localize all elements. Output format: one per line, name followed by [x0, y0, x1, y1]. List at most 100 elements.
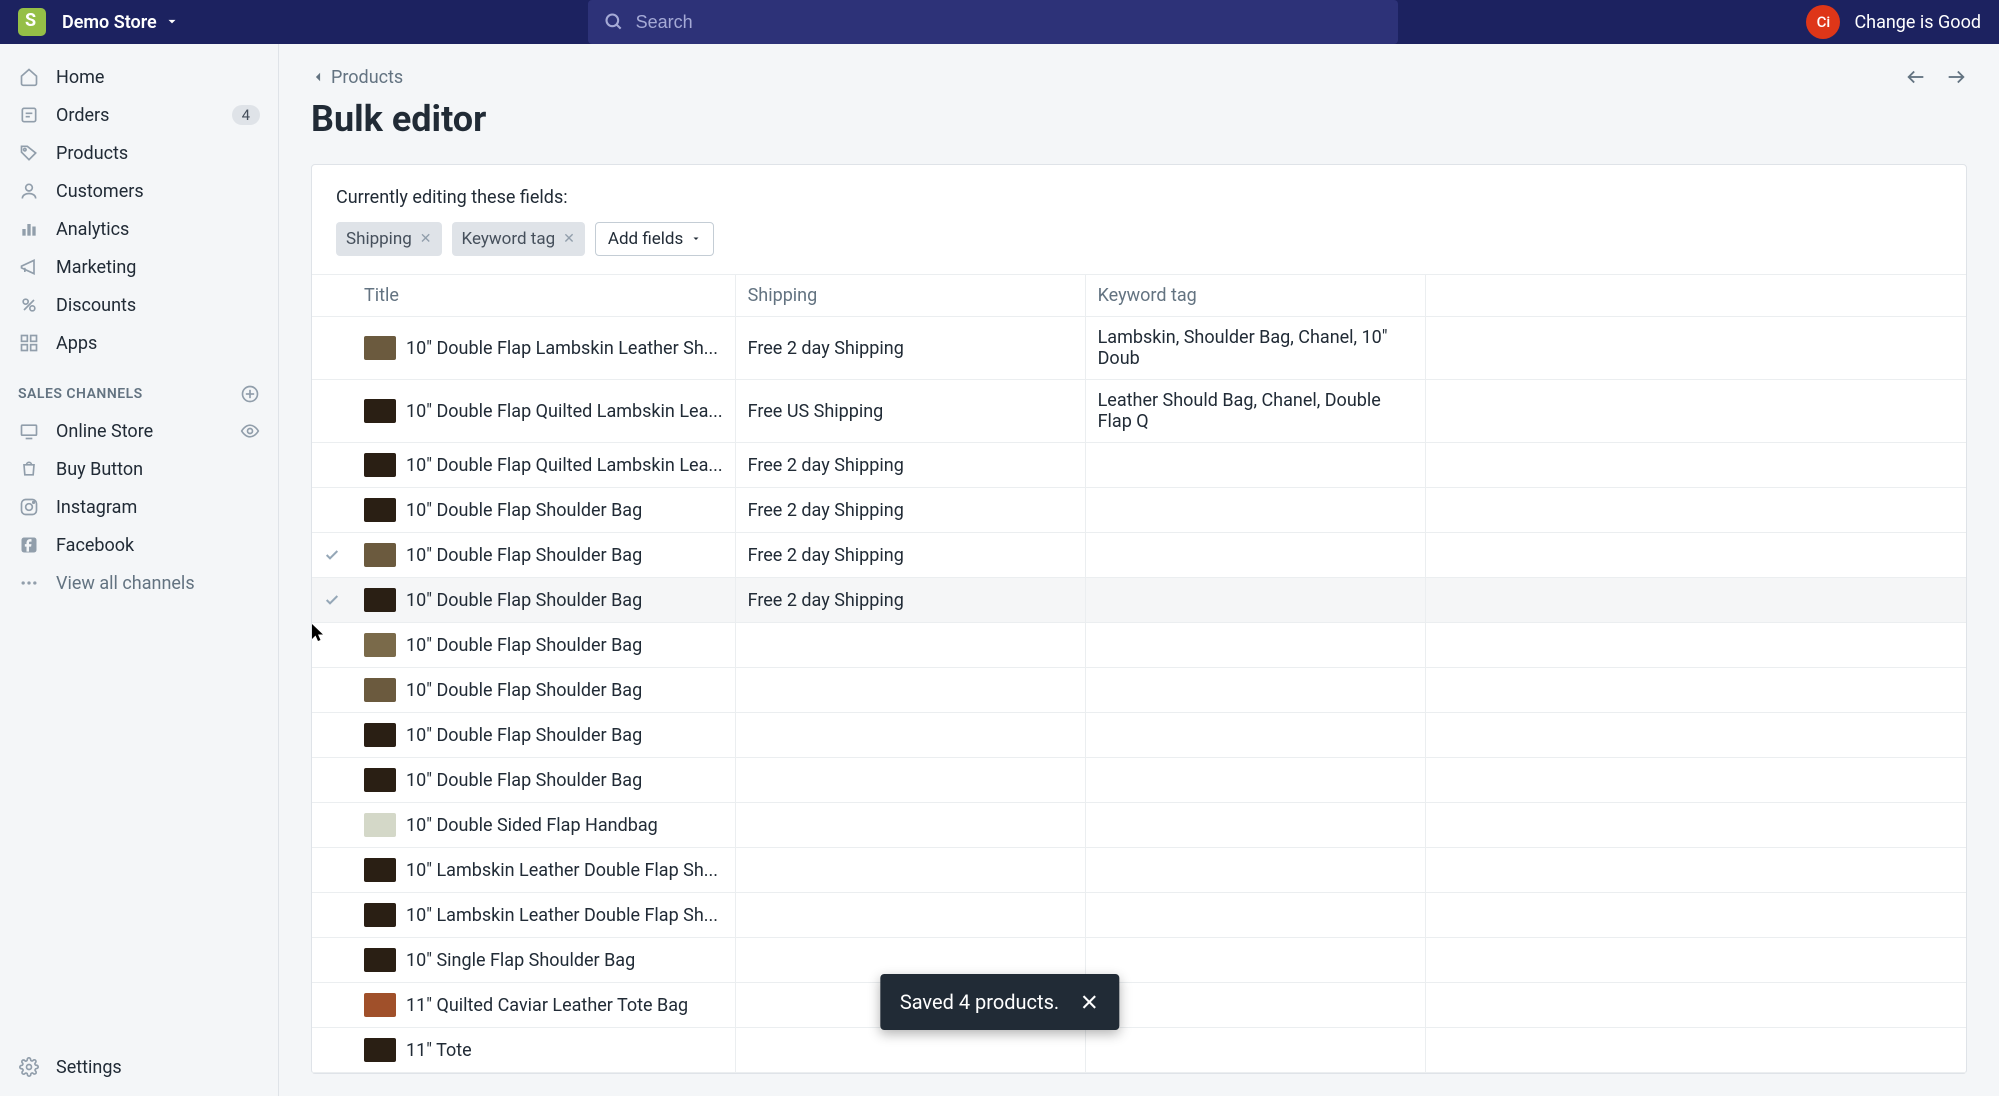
sidebar-item-instagram[interactable]: Instagram: [0, 488, 278, 526]
sidebar-item-analytics[interactable]: Analytics: [0, 210, 278, 248]
shipping-cell[interactable]: [735, 713, 1085, 758]
sidebar-item-products[interactable]: Products: [0, 134, 278, 172]
keyword-cell[interactable]: Leather Should Bag, Chanel, Double Flap …: [1085, 380, 1425, 443]
sidebar-item-label: Instagram: [56, 497, 260, 518]
table-row[interactable]: 10" Double Flap Shoulder BagFree 2 day S…: [312, 488, 1966, 533]
keyword-cell[interactable]: [1085, 938, 1425, 983]
store-switcher[interactable]: Demo Store: [62, 12, 179, 33]
title-cell[interactable]: 10" Double Flap Shoulder Bag: [352, 488, 735, 533]
user-menu[interactable]: Ci Change is Good: [1806, 5, 1981, 39]
spacer-cell: [1425, 317, 1966, 380]
title-cell[interactable]: 10" Double Flap Quilted Lambskin Lea...: [352, 380, 735, 443]
shipping-cell[interactable]: Free 2 day Shipping: [735, 443, 1085, 488]
row-check-cell: [312, 668, 352, 713]
product-thumbnail: [364, 723, 396, 747]
keyword-cell[interactable]: [1085, 1028, 1425, 1073]
sidebar-item-view-all-channels[interactable]: View all channels: [0, 564, 278, 602]
table-row[interactable]: 10" Double Flap Shoulder Bag: [312, 623, 1966, 668]
pager-next-button[interactable]: [1945, 66, 1967, 88]
sidebar-item-orders[interactable]: Orders 4: [0, 96, 278, 134]
sidebar-item-home[interactable]: Home: [0, 58, 278, 96]
shipping-cell[interactable]: [735, 758, 1085, 803]
shipping-cell[interactable]: Free 2 day Shipping: [735, 317, 1085, 380]
shipping-cell[interactable]: Free 2 day Shipping: [735, 533, 1085, 578]
title-cell[interactable]: 10" Double Flap Shoulder Bag: [352, 758, 735, 803]
shipping-cell[interactable]: [735, 668, 1085, 713]
table-row[interactable]: 11" Quilted Caviar Leather Tote Bag: [312, 983, 1966, 1028]
shipping-cell[interactable]: [735, 803, 1085, 848]
table-row[interactable]: 10" Double Flap Shoulder Bag: [312, 713, 1966, 758]
shipping-cell[interactable]: Free US Shipping: [735, 380, 1085, 443]
keyword-cell[interactable]: [1085, 803, 1425, 848]
add-fields-button[interactable]: Add fields: [595, 222, 714, 256]
table-row[interactable]: 10" Double Sided Flap Handbag: [312, 803, 1966, 848]
keyword-cell[interactable]: [1085, 578, 1425, 623]
chevron-left-icon: [311, 70, 325, 84]
title-cell[interactable]: 10" Double Flap Quilted Lambskin Lea...: [352, 443, 735, 488]
title-cell[interactable]: 10" Double Flap Shoulder Bag: [352, 578, 735, 623]
title-cell[interactable]: 10" Double Flap Shoulder Bag: [352, 533, 735, 578]
chip-keyword-tag[interactable]: Keyword tag ✕: [452, 222, 585, 256]
sidebar-item-online-store[interactable]: Online Store: [0, 412, 278, 450]
table-row[interactable]: 10" Double Flap Shoulder Bag: [312, 758, 1966, 803]
close-icon[interactable]: ✕: [420, 231, 432, 247]
title-cell[interactable]: 10" Double Flap Shoulder Bag: [352, 668, 735, 713]
table-row[interactable]: 10" Double Flap Quilted Lambskin Lea...F…: [312, 443, 1966, 488]
keyword-cell[interactable]: [1085, 443, 1425, 488]
title-cell[interactable]: 10" Double Flap Lambskin Leather Sh...: [352, 317, 735, 380]
sidebar-item-customers[interactable]: Customers: [0, 172, 278, 210]
chip-shipping[interactable]: Shipping ✕: [336, 222, 442, 256]
shipping-cell[interactable]: Free 2 day Shipping: [735, 488, 1085, 533]
keyword-cell[interactable]: [1085, 758, 1425, 803]
table-row[interactable]: 10" Double Flap Shoulder BagFree 2 day S…: [312, 533, 1966, 578]
title-cell[interactable]: 10" Single Flap Shoulder Bag: [352, 938, 735, 983]
product-thumbnail: [364, 993, 396, 1017]
keyword-cell[interactable]: Lambskin, Shoulder Bag, Chanel, 10" Doub: [1085, 317, 1425, 380]
table-row[interactable]: 10" Lambskin Leather Double Flap Sh...: [312, 848, 1966, 893]
table-row[interactable]: 10" Double Flap Lambskin Leather Sh...Fr…: [312, 317, 1966, 380]
table-row[interactable]: 11" Tote: [312, 1028, 1966, 1073]
table-row[interactable]: 10" Lambskin Leather Double Flap Sh...: [312, 893, 1966, 938]
keyword-cell[interactable]: [1085, 983, 1425, 1028]
pager-prev-button[interactable]: [1905, 66, 1927, 88]
keyword-cell[interactable]: [1085, 668, 1425, 713]
title-cell[interactable]: 11" Quilted Caviar Leather Tote Bag: [352, 983, 735, 1028]
keyword-cell[interactable]: [1085, 488, 1425, 533]
shipping-cell[interactable]: [735, 893, 1085, 938]
sidebar-item-facebook[interactable]: Facebook: [0, 526, 278, 564]
search-box[interactable]: [588, 0, 1398, 44]
breadcrumb-back[interactable]: Products: [311, 67, 403, 88]
product-thumbnail: [364, 903, 396, 927]
toast-close-button[interactable]: [1079, 992, 1099, 1012]
shipping-cell[interactable]: [735, 1028, 1085, 1073]
row-check-cell: [312, 803, 352, 848]
keyword-cell[interactable]: [1085, 893, 1425, 938]
sidebar-item-discounts[interactable]: Discounts: [0, 286, 278, 324]
table-row[interactable]: 10" Double Flap Shoulder Bag: [312, 668, 1966, 713]
add-channel-button[interactable]: [240, 384, 260, 404]
sidebar-item-apps[interactable]: Apps: [0, 324, 278, 362]
close-icon[interactable]: ✕: [563, 231, 575, 247]
title-cell[interactable]: 10" Double Sided Flap Handbag: [352, 803, 735, 848]
keyword-cell[interactable]: [1085, 623, 1425, 668]
shipping-cell[interactable]: [735, 848, 1085, 893]
sidebar-item-marketing[interactable]: Marketing: [0, 248, 278, 286]
table-row[interactable]: 10" Double Flap Shoulder BagFree 2 day S…: [312, 578, 1966, 623]
keyword-cell[interactable]: [1085, 848, 1425, 893]
eye-icon[interactable]: [240, 421, 260, 441]
title-cell[interactable]: 10" Double Flap Shoulder Bag: [352, 623, 735, 668]
sidebar-item-settings[interactable]: Settings: [0, 1048, 278, 1096]
bulk-editor-table: Title Shipping Keyword tag 10" Double Fl…: [312, 274, 1966, 1073]
shipping-cell[interactable]: [735, 623, 1085, 668]
title-cell[interactable]: 10" Lambskin Leather Double Flap Sh...: [352, 848, 735, 893]
search-input[interactable]: [636, 12, 1382, 33]
table-row[interactable]: 10" Double Flap Quilted Lambskin Lea...F…: [312, 380, 1966, 443]
title-cell[interactable]: 10" Double Flap Shoulder Bag: [352, 713, 735, 758]
title-cell[interactable]: 10" Lambskin Leather Double Flap Sh...: [352, 893, 735, 938]
table-row[interactable]: 10" Single Flap Shoulder Bag: [312, 938, 1966, 983]
shipping-cell[interactable]: Free 2 day Shipping: [735, 578, 1085, 623]
keyword-cell[interactable]: [1085, 533, 1425, 578]
title-cell[interactable]: 11" Tote: [352, 1028, 735, 1073]
keyword-cell[interactable]: [1085, 713, 1425, 758]
sidebar-item-buy-button[interactable]: Buy Button: [0, 450, 278, 488]
